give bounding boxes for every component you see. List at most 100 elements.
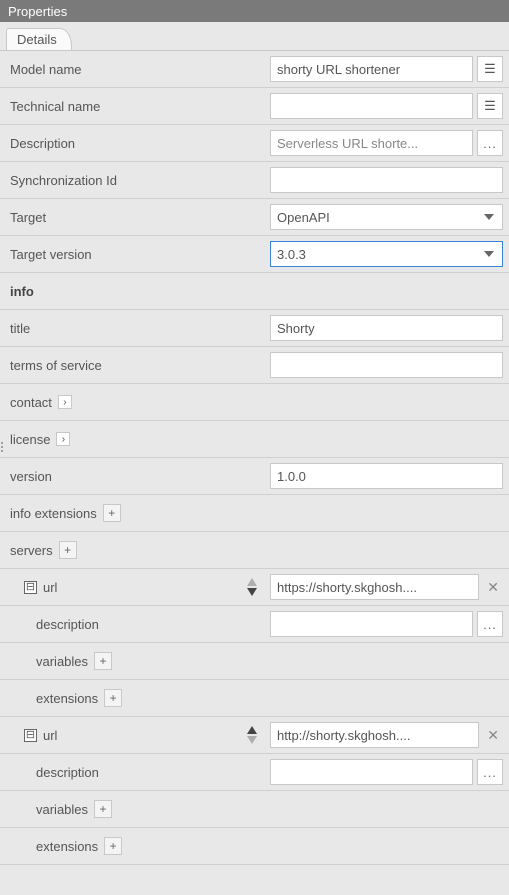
row-server-1-description: description ... [0, 754, 509, 791]
label-title: title [10, 321, 270, 336]
add-button-server-1-extensions[interactable]: + [104, 837, 122, 855]
expand-button-license[interactable]: › [56, 432, 70, 446]
row-server-url: ⊟ url ✕ [0, 569, 509, 606]
row-server-1-extensions: extensions + [0, 828, 509, 865]
move-up-button-server-0[interactable] [247, 578, 257, 586]
panel-title: Properties [8, 4, 67, 19]
triangle-down-icon [247, 736, 257, 744]
clear-button-server-0[interactable]: ✕ [483, 579, 503, 596]
plus-icon: + [108, 506, 115, 520]
row-technical-name: Technical name ☰ [0, 88, 509, 125]
add-button-server-0-extensions[interactable]: + [104, 689, 122, 707]
row-title: title [0, 310, 509, 347]
row-server-url: ⊟ url ✕ [0, 717, 509, 754]
row-server-0-variables: variables + [0, 643, 509, 680]
more-button-model-name[interactable]: ☰ [477, 56, 503, 82]
row-version: version [0, 458, 509, 495]
label-server-1-variables-text: variables [36, 802, 88, 817]
tab-bar: Details [0, 22, 509, 50]
label-license: license › [10, 432, 270, 447]
plus-icon: + [100, 802, 107, 816]
label-info-extensions-text: info extensions [10, 506, 97, 521]
row-tos: terms of service [0, 347, 509, 384]
label-info-extensions: info extensions + [10, 504, 270, 522]
row-servers: servers + [0, 532, 509, 569]
input-server-0-description[interactable] [270, 611, 473, 637]
close-icon: ✕ [487, 579, 499, 595]
move-down-button-server-0[interactable] [247, 588, 257, 596]
expand-button-description[interactable]: ... [477, 130, 503, 156]
input-title[interactable] [270, 315, 503, 341]
collapse-button-server-0[interactable]: ⊟ [24, 581, 37, 594]
label-server-1-variables: variables + [36, 800, 296, 818]
label-target: Target [10, 210, 270, 225]
label-tos: terms of service [10, 358, 270, 373]
chevron-right-icon: › [62, 434, 65, 445]
value-target-version: 3.0.3 [277, 247, 306, 262]
label-server-url-1: url [43, 728, 57, 743]
collapse-button-server-1[interactable]: ⊟ [24, 729, 37, 742]
chevron-down-icon [484, 250, 494, 258]
row-server-1-variables: variables + [0, 791, 509, 828]
row-contact: contact › [0, 384, 509, 421]
label-servers: servers + [10, 541, 270, 559]
label-server-0-description: description [36, 617, 270, 632]
row-server-0-extensions: extensions + [0, 680, 509, 717]
label-technical-name: Technical name [10, 99, 270, 114]
input-sync-id[interactable] [270, 167, 503, 193]
select-target[interactable]: OpenAPI [270, 204, 503, 230]
label-server-0-extensions: extensions + [36, 689, 296, 707]
move-down-button-server-1[interactable] [247, 736, 257, 744]
triangle-up-icon [247, 726, 257, 734]
input-server-1-description[interactable] [270, 759, 473, 785]
label-contact: contact › [10, 395, 270, 410]
ellipsis-icon: ... [483, 765, 497, 780]
row-info-extensions: info extensions + [0, 495, 509, 532]
row-target: Target OpenAPI [0, 199, 509, 236]
clear-button-server-1[interactable]: ✕ [483, 727, 503, 744]
more-button-technical-name[interactable]: ☰ [477, 93, 503, 119]
label-sync-id: Synchronization Id [10, 173, 270, 188]
resize-handle[interactable] [0, 442, 6, 458]
add-button-server-0-variables[interactable]: + [94, 652, 112, 670]
move-up-button-server-1[interactable] [247, 726, 257, 734]
label-servers-text: servers [10, 543, 53, 558]
input-server-url-1[interactable] [270, 722, 479, 748]
close-icon: ✕ [487, 727, 499, 743]
input-version[interactable] [270, 463, 503, 489]
label-description: Description [10, 136, 270, 151]
tab-details[interactable]: Details [6, 28, 72, 50]
value-target: OpenAPI [277, 210, 330, 225]
input-model-name[interactable] [270, 56, 473, 82]
minus-icon: ⊟ [26, 730, 35, 741]
properties-form: Model name ☰ Technical name ☰ Descriptio… [0, 50, 509, 865]
menu-icon: ☰ [484, 61, 496, 77]
select-target-version[interactable]: 3.0.3 [270, 241, 503, 267]
label-server-1-description: description [36, 765, 270, 780]
expand-button-server-0-description[interactable]: ... [477, 611, 503, 637]
expand-button-contact[interactable]: › [58, 395, 72, 409]
add-button-server-1-variables[interactable]: + [94, 800, 112, 818]
input-tos[interactable] [270, 352, 503, 378]
plus-icon: + [100, 654, 107, 668]
input-technical-name[interactable] [270, 93, 473, 119]
value-description: Serverless URL shorte... [277, 136, 418, 151]
label-license-text: license [10, 432, 50, 447]
triangle-up-icon [247, 578, 257, 586]
row-description: Description Serverless URL shorte... ... [0, 125, 509, 162]
label-server-1-extensions-text: extensions [36, 839, 98, 854]
plus-icon: + [64, 543, 71, 557]
row-license: license › [0, 421, 509, 458]
panel-header: Properties [0, 0, 509, 22]
label-contact-text: contact [10, 395, 52, 410]
label-model-name: Model name [10, 62, 270, 77]
row-sync-id: Synchronization Id [0, 162, 509, 199]
input-description[interactable]: Serverless URL shorte... [270, 130, 473, 156]
add-button-servers[interactable]: + [59, 541, 77, 559]
label-server-0-variables-text: variables [36, 654, 88, 669]
ellipsis-icon: ... [483, 617, 497, 632]
label-version: version [10, 469, 270, 484]
input-server-url-0[interactable] [270, 574, 479, 600]
add-button-info-extensions[interactable]: + [103, 504, 121, 522]
expand-button-server-1-description[interactable]: ... [477, 759, 503, 785]
